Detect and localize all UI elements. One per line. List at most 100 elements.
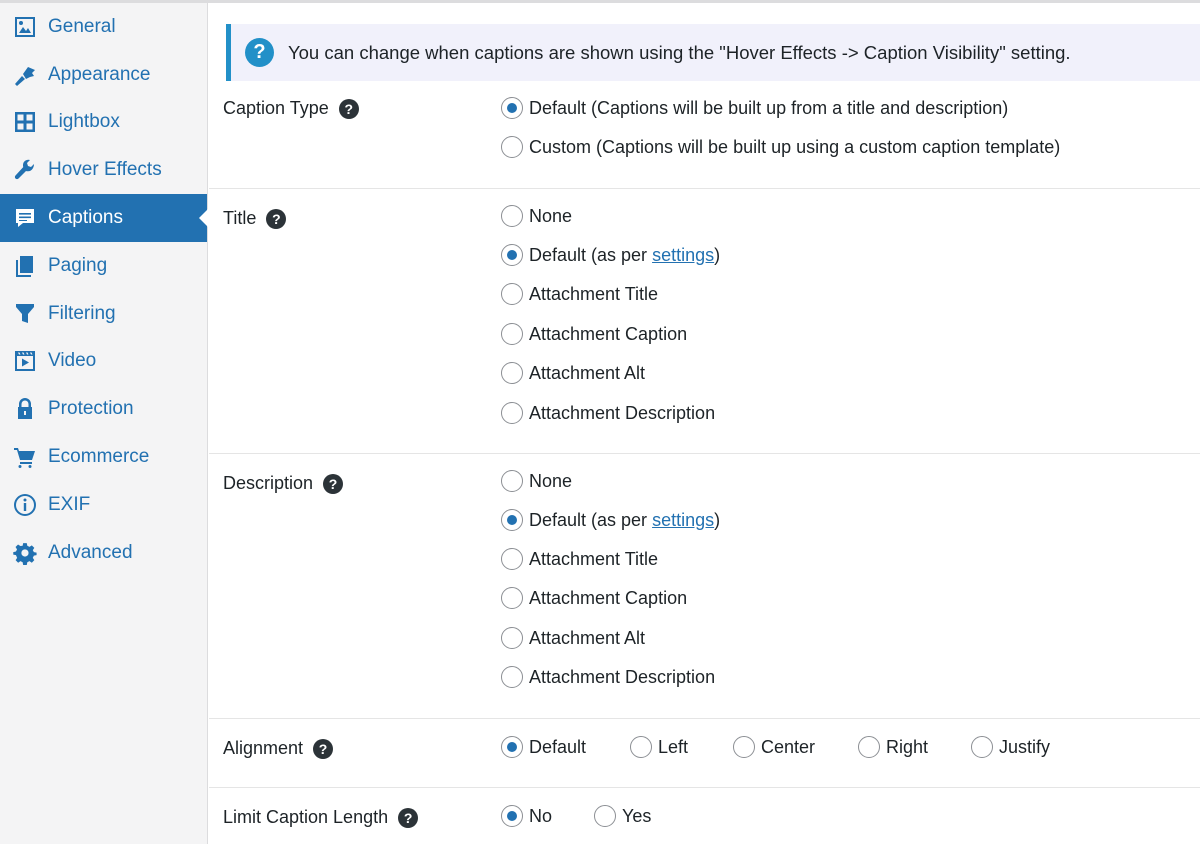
question-icon: ? bbox=[245, 38, 274, 67]
radio-button[interactable] bbox=[594, 805, 616, 827]
funnel-icon bbox=[12, 301, 38, 327]
settings-sidebar: General Appearance Lightbox Hover Effect… bbox=[0, 3, 208, 844]
sidebar-item-general[interactable]: General bbox=[0, 3, 207, 51]
radio-button[interactable] bbox=[501, 548, 523, 570]
alignment-row: Alignment ? Default Left Center Right Ju… bbox=[209, 718, 1200, 787]
description-row: Description ? None Default (as per setti… bbox=[209, 453, 1200, 718]
title-option-attachment-alt[interactable]: Attachment Alt bbox=[501, 362, 645, 384]
alignment-option-center[interactable]: Center bbox=[733, 736, 815, 758]
sidebar-item-label: Advanced bbox=[48, 541, 133, 563]
wrench-icon bbox=[12, 157, 38, 183]
radio-button[interactable] bbox=[501, 509, 523, 531]
radio-button[interactable] bbox=[858, 736, 880, 758]
limit-caption-length-option-no[interactable]: No bbox=[501, 805, 552, 827]
caption-type-option-default[interactable]: Default (Captions will be built up from … bbox=[501, 97, 1008, 119]
sidebar-item-label: Captions bbox=[48, 207, 123, 229]
alignment-label: Alignment ? bbox=[223, 738, 334, 759]
radio-button[interactable] bbox=[501, 470, 523, 492]
sidebar-item-video[interactable]: Video bbox=[0, 338, 207, 386]
help-icon[interactable]: ? bbox=[266, 208, 287, 229]
captions-settings-panel: ? You can change when captions are shown… bbox=[209, 3, 1200, 844]
caption-type-row: Caption Type ? Default (Captions will be… bbox=[209, 81, 1200, 189]
notice-text: You can change when captions are shown u… bbox=[288, 41, 1071, 63]
radio-button[interactable] bbox=[501, 627, 523, 649]
sidebar-item-exif[interactable]: EXIF bbox=[0, 481, 207, 529]
limit-caption-length-option-yes[interactable]: Yes bbox=[594, 805, 651, 827]
alignment-option-justify[interactable]: Justify bbox=[971, 736, 1050, 758]
help-icon[interactable]: ? bbox=[323, 473, 344, 494]
radio-button[interactable] bbox=[501, 136, 523, 158]
description-option-none[interactable]: None bbox=[501, 470, 572, 492]
image-icon bbox=[12, 14, 38, 40]
pages-icon bbox=[12, 253, 38, 279]
sidebar-item-protection[interactable]: Protection bbox=[0, 385, 207, 433]
sidebar-item-filtering[interactable]: Filtering bbox=[0, 290, 207, 338]
radio-button[interactable] bbox=[501, 805, 523, 827]
radio-button[interactable] bbox=[501, 587, 523, 609]
sidebar-item-label: Ecommerce bbox=[48, 446, 150, 468]
help-icon[interactable]: ? bbox=[338, 98, 359, 119]
sidebar-item-label: Hover Effects bbox=[48, 159, 162, 181]
video-icon bbox=[12, 348, 38, 374]
settings-link[interactable]: settings bbox=[652, 510, 714, 531]
sidebar-item-label: EXIF bbox=[48, 493, 91, 515]
sidebar-item-label: Protection bbox=[48, 398, 134, 420]
sidebar-item-ecommerce[interactable]: Ecommerce bbox=[0, 433, 207, 481]
sidebar-item-label: Lightbox bbox=[48, 111, 120, 133]
radio-button[interactable] bbox=[630, 736, 652, 758]
speech-bubble-icon bbox=[12, 205, 38, 231]
title-option-default[interactable]: Default (as per settings) bbox=[501, 244, 720, 266]
radio-button[interactable] bbox=[501, 205, 523, 227]
paintbrush-icon bbox=[12, 62, 38, 88]
description-label: Description ? bbox=[223, 473, 344, 494]
gear-icon bbox=[12, 540, 38, 566]
info-icon bbox=[12, 492, 38, 518]
description-option-attachment-alt[interactable]: Attachment Alt bbox=[501, 627, 645, 649]
limit-caption-length-label: Limit Caption Length ? bbox=[223, 807, 419, 828]
caption-type-label: Caption Type ? bbox=[223, 98, 359, 119]
radio-button[interactable] bbox=[501, 402, 523, 424]
radio-button[interactable] bbox=[501, 362, 523, 384]
radio-button[interactable] bbox=[501, 666, 523, 688]
radio-button[interactable] bbox=[971, 736, 993, 758]
sidebar-item-hover-effects[interactable]: Hover Effects bbox=[0, 146, 207, 194]
radio-button[interactable] bbox=[501, 323, 523, 345]
description-option-default[interactable]: Default (as per settings) bbox=[501, 509, 720, 531]
title-option-attachment-caption[interactable]: Attachment Caption bbox=[501, 323, 687, 345]
radio-button[interactable] bbox=[501, 283, 523, 305]
cart-icon bbox=[12, 444, 38, 470]
sidebar-item-paging[interactable]: Paging bbox=[0, 242, 207, 290]
sidebar-item-label: General bbox=[48, 15, 116, 37]
radio-button[interactable] bbox=[501, 736, 523, 758]
sidebar-item-appearance[interactable]: Appearance bbox=[0, 51, 207, 99]
title-option-attachment-description[interactable]: Attachment Description bbox=[501, 402, 715, 424]
sidebar-item-lightbox[interactable]: Lightbox bbox=[0, 99, 207, 147]
caption-type-option-custom[interactable]: Custom (Captions will be built up using … bbox=[501, 136, 1060, 158]
sidebar-item-label: Appearance bbox=[48, 63, 151, 85]
title-label: Title ? bbox=[223, 208, 287, 229]
settings-link[interactable]: settings bbox=[652, 245, 714, 266]
sidebar-item-label: Paging bbox=[48, 254, 108, 276]
sidebar-item-label: Video bbox=[48, 350, 97, 372]
lock-icon bbox=[12, 396, 38, 422]
alignment-option-default[interactable]: Default bbox=[501, 736, 586, 758]
radio-button[interactable] bbox=[733, 736, 755, 758]
description-option-attachment-description[interactable]: Attachment Description bbox=[501, 666, 715, 688]
title-option-none[interactable]: None bbox=[501, 205, 572, 227]
description-option-attachment-caption[interactable]: Attachment Caption bbox=[501, 587, 687, 609]
help-icon[interactable]: ? bbox=[313, 738, 334, 759]
sidebar-item-advanced[interactable]: Advanced bbox=[0, 529, 207, 577]
radio-button[interactable] bbox=[501, 97, 523, 119]
info-notice: ? You can change when captions are shown… bbox=[226, 24, 1200, 81]
description-option-attachment-title[interactable]: Attachment Title bbox=[501, 548, 658, 570]
radio-button[interactable] bbox=[501, 244, 523, 266]
alignment-option-right[interactable]: Right bbox=[858, 736, 928, 758]
title-option-attachment-title[interactable]: Attachment Title bbox=[501, 283, 658, 305]
limit-caption-length-row: Limit Caption Length ? No Yes bbox=[209, 787, 1200, 844]
title-row: Title ? None Default (as per settings) A… bbox=[209, 188, 1200, 453]
grid-icon bbox=[12, 109, 38, 135]
sidebar-item-label: Filtering bbox=[48, 302, 116, 324]
alignment-option-left[interactable]: Left bbox=[630, 736, 688, 758]
sidebar-item-captions[interactable]: Captions bbox=[0, 194, 208, 242]
help-icon[interactable]: ? bbox=[398, 807, 419, 828]
